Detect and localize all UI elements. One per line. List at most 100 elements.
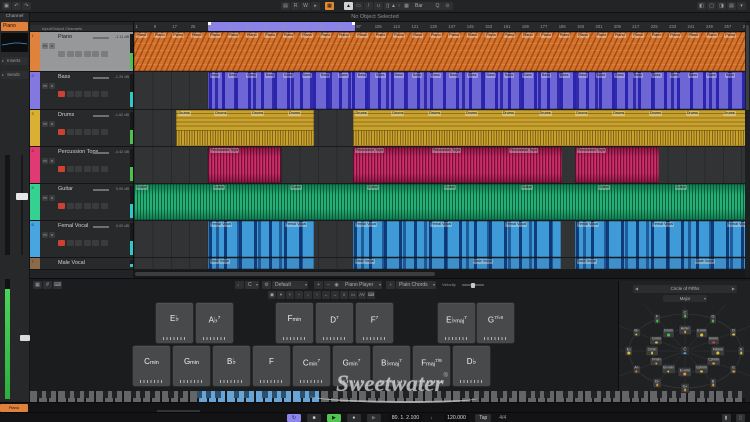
track-control-button[interactable]: [83, 129, 91, 135]
solo-button[interactable]: s: [49, 195, 55, 201]
marker-button[interactable]: ▶: [366, 414, 381, 422]
left-zone-icon[interactable]: ◧: [697, 2, 706, 10]
track-control-button[interactable]: [83, 203, 91, 209]
clip-femal-vocal[interactable]: Femal Vocal Femal Vocal Femal Vocal: [353, 221, 561, 257]
root-key-dropdown[interactable]: C: [245, 281, 259, 289]
track-control-button[interactable]: [66, 166, 74, 172]
black-key[interactable]: [112, 391, 118, 398]
pads-function-icon[interactable]: ▭: [349, 291, 357, 299]
circle-key-g♯min[interactable]: G♯min: [694, 364, 709, 374]
circle-key-a[interactable]: A: [738, 346, 744, 356]
track-control-button[interactable]: [83, 51, 91, 57]
black-key[interactable]: [544, 391, 550, 398]
chord-pad-g7-♭9[interactable]: G7/♭9: [477, 303, 514, 343]
assistant-mode-dropdown[interactable]: ◀ Circle of Fifths ▶: [633, 285, 737, 293]
clip-femal-vocal[interactable]: Femal Vocal Femal Vocal: [208, 221, 314, 257]
track-control-button[interactable]: [66, 203, 74, 209]
track-control-button[interactable]: [100, 203, 108, 209]
solo-button[interactable]: s: [49, 232, 55, 238]
track-control-button[interactable]: [83, 166, 91, 172]
circle-key-gmin[interactable]: Gmin: [650, 336, 663, 345]
tempo-display[interactable]: 120.000: [444, 414, 469, 422]
clip-drums[interactable]: Drums Drums Drums Drums Drums Drums Drums Drums…: [353, 110, 745, 146]
solo-button[interactable]: s: [49, 158, 55, 164]
track-control-button[interactable]: [100, 51, 108, 57]
black-key[interactable]: [65, 391, 71, 398]
circle-key-cmin[interactable]: Cmin: [646, 346, 658, 356]
object-select-tool[interactable]: ▲: [344, 2, 353, 10]
gear-icon[interactable]: ⚙: [262, 281, 271, 289]
circle-key-c♯min[interactable]: C♯min: [706, 357, 721, 366]
track-control-button[interactable]: [66, 91, 74, 97]
black-key[interactable]: [243, 391, 249, 398]
black-key[interactable]: [234, 391, 240, 398]
pads-function-icon[interactable]: →: [331, 291, 339, 299]
record-enable-button[interactable]: [58, 51, 65, 57]
track-control-button[interactable]: [75, 166, 82, 172]
split-tool[interactable]: /: [364, 2, 373, 10]
timeline-ruler[interactable]: 1 9 17 25 33 41 49 57 65 73 81 89 97 105 113 121 129 137 1…: [134, 22, 745, 32]
write-automation-icon[interactable]: W: [301, 2, 310, 10]
track-volume-slider[interactable]: [93, 152, 109, 154]
black-key[interactable]: [741, 391, 745, 398]
track-control-button[interactable]: [92, 91, 99, 97]
pads-function-icon[interactable]: ↓: [304, 291, 312, 299]
circle-key-b[interactable]: B: [710, 378, 716, 388]
track-control-button[interactable]: [92, 166, 99, 172]
record-enable-button[interactable]: [58, 203, 65, 209]
clip-percussion-tops[interactable]: Percussion Tops: [575, 147, 659, 183]
metronome-icon[interactable]: ▲: [389, 2, 398, 10]
mute-button[interactable]: m: [42, 232, 48, 238]
pads-function-icon[interactable]: AV: [358, 291, 366, 299]
track-control-button[interactable]: [83, 240, 91, 246]
circle-key-f♯min[interactable]: F♯min: [711, 346, 725, 356]
undo-icon[interactable]: ↶: [12, 2, 21, 10]
circle-key-amin[interactable]: Amin: [679, 325, 691, 335]
black-key[interactable]: [36, 391, 42, 398]
pads-function-icon[interactable]: ↑: [313, 291, 321, 299]
black-key[interactable]: [46, 391, 52, 398]
circle-key-e♭[interactable]: E♭: [625, 346, 633, 356]
clip-percussion-tops[interactable]: Percussion Tops Percussion Tops Percussion…: [353, 147, 562, 183]
clip-male-vocal[interactable]: Male Vocal Male Vocal: [575, 258, 745, 269]
track-control-button[interactable]: [75, 51, 82, 57]
velocity-slider[interactable]: [462, 282, 484, 288]
track-control-button[interactable]: [75, 129, 82, 135]
time-display[interactable]: 80. 1. 2.100: [388, 414, 423, 422]
track-control-button[interactable]: [100, 91, 108, 97]
black-key[interactable]: [666, 391, 672, 398]
track-header-drums[interactable]: 3 m s Drums -1.62 dB: [30, 110, 133, 147]
track-control-button[interactable]: [92, 51, 99, 57]
black-key[interactable]: [177, 391, 183, 398]
track-control-button[interactable]: [100, 240, 108, 246]
chord-pad-cmin[interactable]: Cmin: [133, 346, 170, 386]
lower-zone-icon[interactable]: ▢: [707, 2, 716, 10]
tap-tempo-button[interactable]: Tap: [475, 414, 492, 422]
chord-pad-f7[interactable]: F7: [356, 303, 393, 343]
circle-key-bmin[interactable]: Bmin: [707, 336, 720, 345]
chord-pad-d7[interactable]: D7: [316, 303, 353, 343]
solo-button[interactable]: s: [49, 43, 55, 49]
solo-button[interactable]: s: [49, 121, 55, 127]
black-key[interactable]: [281, 391, 287, 398]
chord-pad-f[interactable]: F: [253, 346, 290, 386]
mode-dropdown[interactable]: Plain Chords: [396, 281, 436, 289]
record-enable-button[interactable]: [58, 240, 65, 246]
record-button[interactable]: ●: [346, 414, 361, 422]
chord-pad-b♭[interactable]: B♭: [213, 346, 250, 386]
circle-key-dmin[interactable]: Dmin: [662, 328, 675, 338]
track-control-button[interactable]: [75, 91, 82, 97]
vertical-scrollbar[interactable]: [745, 22, 750, 270]
automation-panel-icon[interactable]: ▤: [281, 2, 290, 10]
record-enable-button[interactable]: [58, 129, 65, 135]
track-control-button[interactable]: [83, 91, 91, 97]
mute-button[interactable]: m: [42, 195, 48, 201]
track-volume-slider[interactable]: [93, 77, 109, 79]
pads-function-icon[interactable]: ≡: [340, 291, 348, 299]
black-key[interactable]: [262, 391, 268, 398]
preset-dropdown[interactable]: Default: [272, 281, 308, 289]
pads-function-icon[interactable]: ▾: [277, 291, 285, 299]
range-select-tool[interactable]: ▭: [354, 2, 363, 10]
track-control-button[interactable]: [92, 129, 99, 135]
track-control-button[interactable]: [92, 203, 99, 209]
